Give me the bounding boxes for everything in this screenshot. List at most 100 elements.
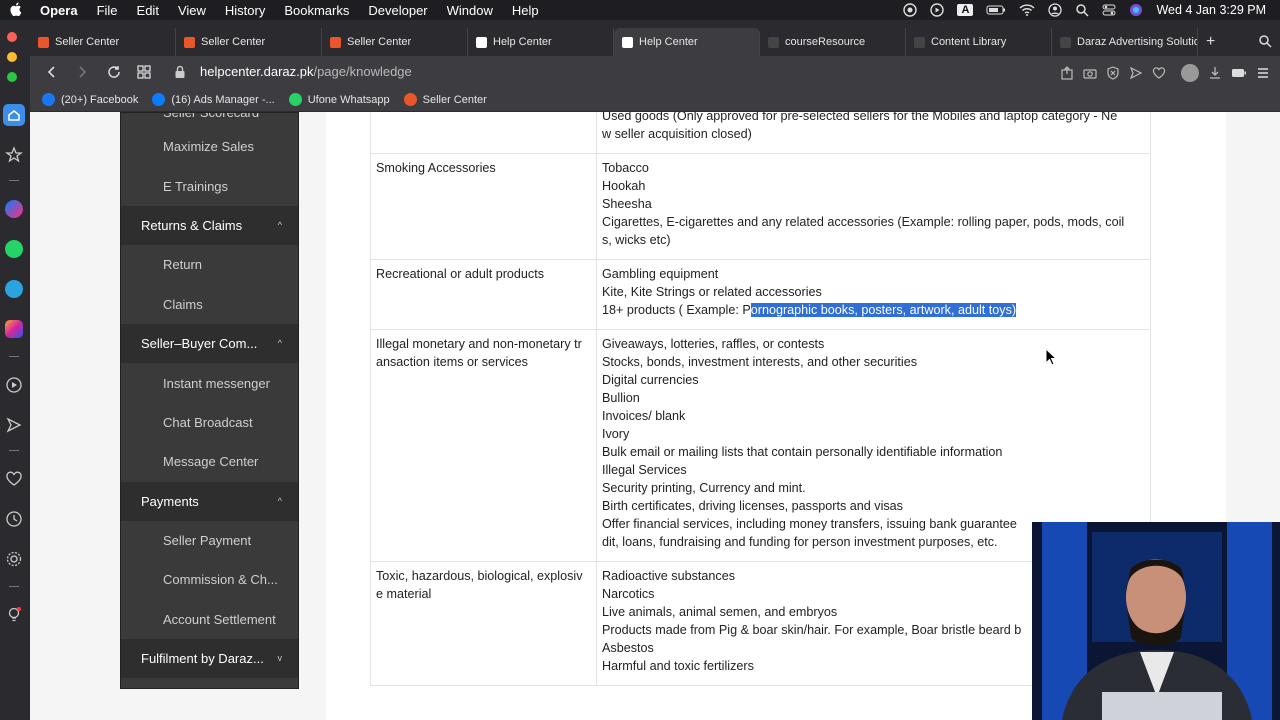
nav-sub-item[interactable]: Commission & Ch... xyxy=(121,560,298,600)
browser-tab[interactable]: Help Center xyxy=(468,28,614,56)
browser-tab[interactable]: Seller Center xyxy=(322,28,468,56)
nav-group-header[interactable]: Payments ^ xyxy=(121,481,298,521)
nav-label: Seller Scorecard xyxy=(163,112,260,120)
creative-cloud-icon[interactable] xyxy=(903,3,918,17)
bookmark-favicon-icon xyxy=(152,93,166,106)
back-arrow-icon[interactable] xyxy=(44,64,60,80)
whatsapp-icon[interactable] xyxy=(5,240,23,258)
downloads-icon[interactable] xyxy=(1208,66,1222,80)
nav-sub-item[interactable]: Instant messenger xyxy=(121,363,298,403)
menu-file[interactable]: File xyxy=(97,3,118,18)
nav-sub-item[interactable]: Seller Payment xyxy=(121,520,298,561)
help-center-sidebar: Seller Scorecard Maximize Sales E Training… xyxy=(120,112,299,689)
sidebar-divider xyxy=(9,450,19,451)
send-icon[interactable] xyxy=(1129,66,1143,80)
browser-tab[interactable]: courseResource xyxy=(760,28,906,56)
url-field[interactable]: helpcenter.daraz.pk/page/knowledge xyxy=(200,64,412,79)
adblock-shield-icon[interactable] xyxy=(1106,66,1120,80)
menu-developer[interactable]: Developer xyxy=(368,3,427,18)
bookmark-item[interactable]: (16) Ads Manager -... xyxy=(152,93,275,106)
play-icon[interactable] xyxy=(930,3,945,17)
mouse-cursor-icon xyxy=(1045,348,1057,366)
menu-bookmarks[interactable]: Bookmarks xyxy=(284,3,349,18)
bookmark-label: (16) Ads Manager -... xyxy=(171,93,275,106)
apple-icon[interactable] xyxy=(10,2,28,19)
sidebar-divider xyxy=(9,356,19,357)
list-item: Gambling equipment xyxy=(602,267,719,281)
nav-label: Claims xyxy=(163,296,203,312)
browser-tab[interactable]: Help Center xyxy=(614,28,760,56)
nav-sub-item[interactable]: Return xyxy=(121,245,298,285)
tab-search-icon[interactable] xyxy=(1258,34,1272,48)
chevron-down-icon[interactable]: v xyxy=(278,653,283,663)
nav-sub-item[interactable]: Claims xyxy=(121,284,298,324)
siri-icon[interactable] xyxy=(1129,3,1143,17)
tab-favicon-icon xyxy=(622,36,633,48)
nav-sub-item[interactable]: Chat Broadcast xyxy=(121,402,298,443)
control-center-icon[interactable] xyxy=(1102,3,1116,17)
menu-history[interactable]: History xyxy=(225,3,265,18)
browser-tab[interactable]: Seller Center xyxy=(30,28,176,56)
pinboard-star-icon[interactable] xyxy=(5,146,23,164)
bookmark-favicon-icon xyxy=(288,93,302,106)
workspace-home-icon[interactable] xyxy=(3,104,25,126)
secure-lock-icon[interactable] xyxy=(172,64,188,80)
selected-text[interactable]: ornographic books, posters, artwork, adu… xyxy=(750,303,1017,317)
user-account-icon[interactable] xyxy=(1048,3,1063,17)
nav-label: Instant messenger xyxy=(163,375,270,391)
profile-avatar-icon[interactable] xyxy=(1181,64,1199,82)
instagram-icon[interactable] xyxy=(5,320,23,338)
menu-edit[interactable]: Edit xyxy=(137,3,159,18)
menubar-clock[interactable]: Wed 4 Jan 3:29 PM xyxy=(1156,3,1266,17)
history-clock-icon[interactable] xyxy=(5,510,23,528)
settings-gear-icon[interactable] xyxy=(5,550,23,568)
nav-sub-item[interactable]: Maximize Sales xyxy=(121,127,298,167)
zoom-window-dot[interactable] xyxy=(7,72,17,82)
input-source-badge[interactable]: A xyxy=(957,4,974,16)
share-icon[interactable] xyxy=(1060,66,1074,80)
tips-bulb-icon[interactable] xyxy=(5,606,23,624)
player-icon[interactable] xyxy=(5,376,23,394)
bookmark-heart-icon[interactable] xyxy=(1152,66,1166,80)
bookmark-item[interactable]: Ufone Whatsapp xyxy=(288,93,390,106)
minimize-window-dot[interactable] xyxy=(7,52,17,62)
browser-tab[interactable]: Content Library xyxy=(906,28,1052,56)
nav-sub-item[interactable]: Account Settlement xyxy=(121,599,298,640)
browser-tab[interactable]: Daraz Advertising Solutio xyxy=(1052,28,1198,56)
battery-icon[interactable] xyxy=(986,3,1006,17)
nav-group-header[interactable]: Returns & Claims ^ xyxy=(121,205,298,246)
list-item: Giveaways, lotteries, raffles, or contes… xyxy=(602,337,825,351)
browser-tab[interactable]: Seller Center xyxy=(176,28,322,56)
menu-app-name[interactable]: Opera xyxy=(40,3,78,18)
nav-sub-item[interactable]: Seller Scorecard xyxy=(121,112,298,127)
battery-saver-icon[interactable] xyxy=(1231,66,1247,80)
heart-bookmarks-icon[interactable] xyxy=(5,470,23,488)
nav-group-header[interactable]: Seller–Buyer Com... ^ xyxy=(121,323,298,364)
bookmark-item[interactable]: (20+) Facebook xyxy=(42,93,138,106)
new-tab-plus-icon[interactable]: + xyxy=(1206,33,1215,51)
tab-label: Content Library xyxy=(931,36,1007,48)
messenger-icon[interactable] xyxy=(5,200,23,218)
nav-label: Account Settlement xyxy=(163,611,276,627)
easy-setup-menu-icon[interactable] xyxy=(1256,66,1270,80)
snapshot-camera-icon[interactable] xyxy=(1083,66,1097,80)
nav-sub-item[interactable]: Message Center xyxy=(121,442,298,482)
telegram-icon[interactable] xyxy=(5,280,23,298)
chevron-up-icon[interactable]: ^ xyxy=(278,338,282,348)
reload-icon[interactable] xyxy=(106,64,122,80)
close-window-dot[interactable] xyxy=(7,32,17,42)
bookmark-item[interactable]: Seller Center xyxy=(403,93,487,106)
forward-arrow-icon[interactable] xyxy=(74,64,90,80)
menu-help[interactable]: Help xyxy=(512,3,539,18)
spotlight-search-icon[interactable] xyxy=(1075,3,1089,17)
nav-group-header[interactable]: Fulfilment by Daraz... v xyxy=(121,639,298,679)
list-item: Bullion xyxy=(602,391,640,405)
tab-grid-icon[interactable] xyxy=(136,64,152,80)
chevron-up-icon[interactable]: ^ xyxy=(278,220,282,230)
menu-window[interactable]: Window xyxy=(447,3,493,18)
send-flow-icon[interactable] xyxy=(5,416,23,434)
chevron-up-icon[interactable]: ^ xyxy=(278,496,282,506)
nav-sub-item[interactable]: E Trainings xyxy=(121,166,298,206)
menu-view[interactable]: View xyxy=(178,3,206,18)
wifi-icon[interactable] xyxy=(1019,3,1035,17)
